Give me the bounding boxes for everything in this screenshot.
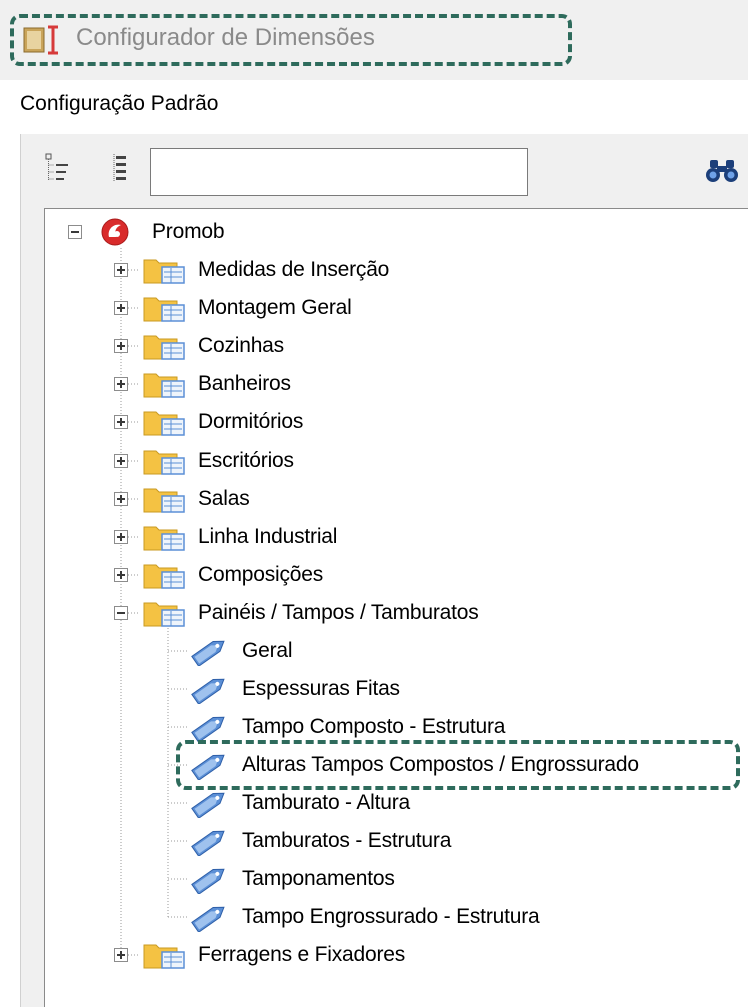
tree-folder[interactable]: Montagem Geral [112, 293, 452, 323]
folder-icon [143, 526, 185, 551]
tree-folder[interactable]: Escritórios [112, 446, 452, 476]
tag-icon [191, 716, 225, 742]
tag-icon [191, 868, 225, 894]
tree-folder[interactable]: Dormitórios [112, 407, 452, 437]
tree-folder[interactable]: Medidas de Inserção [112, 255, 452, 285]
tree-folder-label: Cozinhas [198, 334, 284, 357]
tree-folder-label: Medidas de Inserção [198, 258, 390, 281]
tree-folder-label: Banheiros [198, 372, 291, 395]
tree-leaf-label: Espessuras Fitas [242, 677, 400, 700]
expand-toggle[interactable] [114, 339, 128, 353]
title-highlight-box [10, 14, 572, 66]
expand-toggle[interactable] [114, 948, 128, 962]
tag-icon [191, 792, 225, 818]
folder-icon [143, 297, 185, 322]
folder-icon [143, 488, 185, 513]
tree-folder-label: Painéis / Tampos / Tamburatos [198, 601, 479, 624]
tree-folder-expanded[interactable]: Painéis / Tampos / Tamburatos [112, 598, 572, 628]
tree-folder-label: Montagem Geral [198, 296, 352, 319]
tree-leaf[interactable]: Tamburatos - Estrutura [188, 826, 588, 856]
tree-folder[interactable]: Linha Industrial [112, 522, 452, 552]
collapse-toggle[interactable] [114, 606, 128, 620]
tree-leaf-label: Tampo Composto - Estrutura [242, 715, 506, 738]
tree-folder-label: Escritórios [198, 449, 294, 472]
tree-folder[interactable]: Banheiros [112, 369, 452, 399]
expand-toggle[interactable] [114, 415, 128, 429]
search-input[interactable] [150, 148, 528, 196]
config-label: Configuração Padrão [20, 92, 219, 115]
tree-folder-label: Ferragens e Fixadores [198, 943, 406, 966]
expand-toggle[interactable] [114, 454, 128, 468]
tree-leaf[interactable]: Tampo Composto - Estrutura [188, 712, 588, 742]
tree-leaf[interactable]: Tampo Engrossurado - Estrutura [188, 902, 628, 932]
tree-folder-label: Linha Industrial [198, 525, 338, 548]
tree-node-root[interactable]: Promob [66, 217, 266, 247]
tree-folder[interactable]: Composições [112, 560, 452, 590]
tag-icon [191, 906, 225, 932]
tree-leaf[interactable]: Tamburato - Altura [188, 788, 588, 818]
tag-icon [191, 678, 225, 704]
folder-icon [143, 373, 185, 398]
tree-leaf-label: Tamburatos - Estrutura [242, 829, 452, 852]
tree-leaf[interactable]: Geral [188, 636, 588, 666]
tree-leaf-label: Tamponamentos [242, 867, 395, 890]
tree-expand-icon[interactable] [44, 152, 70, 184]
expand-toggle[interactable] [114, 492, 128, 506]
tree-folder[interactable]: Ferragens e Fixadores [112, 940, 492, 970]
tag-icon [191, 830, 225, 856]
expand-toggle[interactable] [114, 568, 128, 582]
expand-toggle[interactable] [114, 530, 128, 544]
tree-folder-label: Dormitórios [198, 410, 304, 433]
promob-logo-icon [101, 218, 129, 246]
tree-node-label: Promob [152, 220, 225, 243]
collapse-toggle[interactable] [68, 225, 82, 239]
folder-icon [143, 411, 185, 436]
tree-folder-label: Salas [198, 487, 250, 510]
tree-folder[interactable]: Salas [112, 484, 452, 514]
folder-icon [143, 564, 185, 589]
tree-leaf-label: Tampo Engrossurado - Estrutura [242, 905, 540, 928]
folder-icon [143, 335, 185, 360]
item-highlight-box [176, 740, 740, 790]
expand-toggle[interactable] [114, 301, 128, 315]
tree-leaf-label: Geral [242, 639, 293, 662]
folder-icon [143, 944, 185, 969]
folder-icon [143, 259, 185, 284]
expand-toggle[interactable] [114, 377, 128, 391]
tree-list-icon[interactable] [106, 152, 132, 184]
tree-leaf[interactable]: Espessuras Fitas [188, 674, 588, 704]
tree-leaf[interactable]: Tamponamentos [188, 864, 588, 894]
binoculars-icon[interactable] [704, 158, 740, 184]
tree-folder-label: Composições [198, 563, 324, 586]
expand-toggle[interactable] [114, 263, 128, 277]
tag-icon [191, 640, 225, 666]
folder-open-icon [143, 602, 185, 627]
tree-folder[interactable]: Cozinhas [112, 331, 452, 361]
tree-leaf-label: Tamburato - Altura [242, 791, 410, 814]
folder-icon [143, 450, 185, 475]
